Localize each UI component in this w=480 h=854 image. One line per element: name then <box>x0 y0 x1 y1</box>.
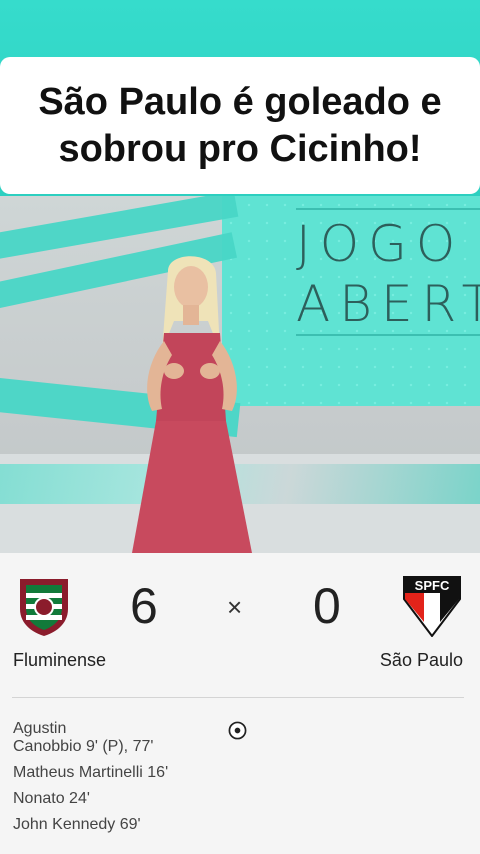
fluminense-badge-icon <box>20 579 68 636</box>
headline-line-2: sobrou pro Cicinho! <box>58 127 422 170</box>
headline-banner: São Paulo é goleado e sobrou pro Cicinho… <box>0 57 480 194</box>
headline-line-1: São Paulo é goleado e <box>38 80 442 123</box>
show-logo-line-2: ABERTO <box>296 275 480 333</box>
away-team-name: São Paulo <box>379 650 463 670</box>
home-team-name: Fluminense <box>13 650 107 670</box>
logo-top-rule <box>296 208 480 210</box>
home-scorers-list: Agustin Canobbio 9' (P), 77' Matheus Mar… <box>13 720 243 842</box>
score-separator: × <box>227 592 243 622</box>
headline-text: São Paulo é goleado e sobrou pro Cicinho… <box>38 79 441 173</box>
home-score: 6 <box>130 578 158 634</box>
sao-paulo-badge-icon: SPFC <box>403 576 461 637</box>
video-player[interactable]: JOGO ABERTO <box>0 196 480 553</box>
scorer-item: Nonato 24' <box>13 790 90 807</box>
scorer-item: John Kennedy 69' <box>13 816 141 833</box>
show-logo-line-1: JOGO <box>296 215 465 273</box>
away-score: 0 <box>313 578 341 634</box>
soccer-ball-icon <box>228 721 247 740</box>
presenter-figure <box>132 256 252 553</box>
spfc-badge-text: SPFC <box>415 578 450 593</box>
scorer-item: Matheus Martinelli 16' <box>13 764 169 781</box>
scorer-item: Agustin Canobbio 9' (P), 77' <box>13 720 154 755</box>
score-divider <box>12 697 464 698</box>
logo-bottom-rule <box>296 334 480 336</box>
